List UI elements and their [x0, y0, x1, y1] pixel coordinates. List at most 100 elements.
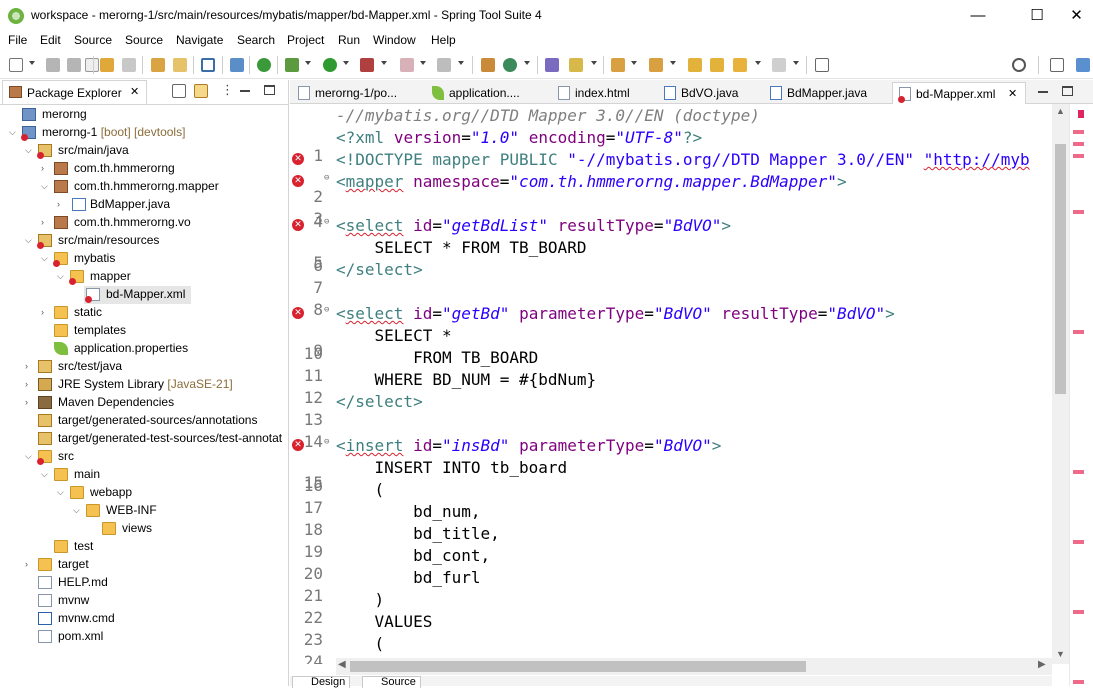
undo-icon[interactable] [100, 58, 114, 72]
error-annotation-marker[interactable] [1073, 330, 1084, 334]
external-dropdown-icon[interactable] [381, 61, 387, 65]
design-tab[interactable]: Design [292, 676, 351, 688]
expand-chevron-icon[interactable]: ⌵ [41, 180, 51, 192]
collapse-chevron-icon[interactable]: › [41, 216, 51, 228]
minimize-editor-icon[interactable] [1038, 91, 1048, 93]
expand-chevron-icon[interactable]: ⌵ [25, 450, 35, 462]
save-icon[interactable] [46, 58, 60, 72]
expand-chevron-icon[interactable]: ⌵ [41, 468, 51, 480]
java-perspective-icon[interactable] [1076, 58, 1090, 72]
menu-project[interactable]: Project [287, 33, 324, 47]
close-button[interactable]: ✕ [1060, 0, 1093, 31]
search-dropdown-icon[interactable] [591, 61, 597, 65]
expand-chevron-icon[interactable]: ⌵ [73, 504, 83, 516]
pin-icon[interactable] [710, 58, 724, 72]
previous-annotation-dropdown-icon[interactable] [670, 61, 676, 65]
new-icon[interactable] [9, 58, 23, 72]
tree-item-selected[interactable]: bd-Mapper.xml [84, 286, 191, 304]
error-annotation-marker[interactable] [1073, 470, 1084, 474]
editor-tab-bdmapper[interactable]: BdMapper.java [770, 82, 880, 104]
tree-item[interactable]: › Maven Dependencies [0, 394, 289, 412]
console-icon[interactable] [201, 58, 215, 72]
debug-icon[interactable] [285, 58, 299, 72]
tree-item[interactable]: › BdMapper.java [0, 196, 289, 214]
run-dropdown-icon[interactable] [343, 61, 349, 65]
error-annotation-marker[interactable] [1073, 210, 1084, 214]
open-perspective-icon[interactable] [1050, 58, 1064, 72]
collapse-all-icon[interactable] [172, 84, 186, 98]
close-tab-icon[interactable]: ✕ [1008, 87, 1017, 100]
save-all-icon[interactable] [67, 58, 81, 72]
link-with-editor-icon[interactable] [194, 84, 208, 98]
tree-item[interactable]: › static [0, 304, 289, 322]
close-view-icon[interactable]: ✕ [130, 85, 139, 98]
tree-item[interactable]: application.properties [0, 340, 289, 358]
forward-dropdown-icon[interactable] [793, 61, 799, 65]
collapse-chevron-icon[interactable]: › [25, 558, 35, 570]
show-view-icon[interactable] [815, 58, 829, 72]
tree-item[interactable]: › src/test/java [0, 358, 289, 376]
editor-tab-application-properties[interactable]: application.... [432, 82, 552, 104]
tree-item[interactable]: views [0, 520, 289, 538]
error-annotation-marker[interactable] [1073, 154, 1084, 158]
error-annotation-marker[interactable] [1073, 540, 1084, 544]
collapse-chevron-icon[interactable]: › [57, 198, 67, 210]
open-type-icon[interactable] [151, 58, 165, 72]
maximize-editor-icon[interactable] [1062, 86, 1073, 96]
tree-item[interactable]: › JRE System Library [JavaSE-21] [0, 376, 289, 394]
minimize-button[interactable]: — [955, 0, 1001, 31]
toggle-mark-icon[interactable] [230, 58, 244, 72]
menu-source[interactable]: Source [74, 33, 112, 47]
expand-chevron-icon[interactable]: ⌵ [9, 126, 19, 138]
search-icon[interactable] [1012, 58, 1026, 72]
error-marker-icon[interactable]: ✕ [292, 439, 304, 451]
tree-item[interactable]: HELP.md [0, 574, 289, 592]
menu-refactor-source[interactable]: Source [125, 33, 163, 47]
package-explorer-tab[interactable]: Package Explorer ✕ [2, 80, 147, 104]
next-annotation-dropdown-icon[interactable] [631, 61, 637, 65]
tree-item[interactable]: pom.xml [0, 628, 289, 646]
new-java-package-icon[interactable] [481, 58, 495, 72]
forward-icon[interactable] [772, 58, 786, 72]
vertical-scrollbar[interactable]: ▲ ▼ [1052, 104, 1069, 664]
new-class-icon[interactable] [503, 58, 517, 72]
tree-item[interactable]: ⌵ src [0, 448, 289, 466]
expand-chevron-icon[interactable]: ⌵ [57, 486, 67, 498]
tree-item[interactable]: target/generated-test-sources/test-annot… [0, 430, 289, 448]
previous-annotation-icon[interactable] [649, 58, 663, 72]
scroll-down-icon[interactable]: ▼ [1056, 649, 1065, 659]
print-icon[interactable] [85, 58, 99, 72]
maximize-button[interactable]: ☐ [1014, 0, 1060, 31]
new-dropdown-icon[interactable] [29, 61, 35, 65]
tree-item[interactable]: mvnw.cmd [0, 610, 289, 628]
tree-item[interactable]: › com.th.hmmerorng.vo [0, 214, 289, 232]
deploy-icon[interactable] [437, 58, 451, 72]
tree-item[interactable]: ⌵ webapp [0, 484, 289, 502]
tree-item[interactable]: › com.th.hmmerorng [0, 160, 289, 178]
error-marker-icon[interactable]: ✕ [292, 175, 304, 187]
fold-icon[interactable]: ⊖ [324, 437, 329, 447]
stop-icon[interactable] [400, 58, 414, 72]
tree-item[interactable]: ⌵ mybatis [0, 250, 289, 268]
editor-tab-pom[interactable]: merorng-1/po... [298, 82, 416, 104]
tree-item[interactable]: merorng [0, 106, 289, 124]
tree-item[interactable]: ⌵ src/main/java [0, 142, 289, 160]
menu-navigate[interactable]: Navigate [176, 33, 223, 47]
tree-item[interactable]: ⌵ WEB-INF [0, 502, 289, 520]
redo-icon[interactable] [122, 58, 136, 72]
error-annotation-marker[interactable] [1073, 610, 1084, 614]
menu-edit[interactable]: Edit [40, 33, 61, 47]
error-annotation-marker[interactable] [1073, 130, 1084, 134]
collapse-chevron-icon[interactable]: › [41, 162, 51, 174]
editor-tab-index-html[interactable]: index.html [558, 82, 658, 104]
tree-item[interactable]: › target [0, 556, 289, 574]
code-editor[interactable]: -//mybatis.org//DTD Mapper 3.0//EN (doct… [290, 104, 1052, 664]
menu-search[interactable]: Search [237, 33, 275, 47]
horizontal-scrollbar[interactable]: ◀ ▶ [336, 658, 1052, 675]
back-dropdown-icon[interactable] [755, 61, 761, 65]
tree-item[interactable]: mvnw [0, 592, 289, 610]
tree-item[interactable]: templates [0, 322, 289, 340]
view-menu-icon[interactable]: ⋮ [221, 82, 234, 98]
error-annotation-marker[interactable] [1073, 142, 1084, 146]
error-summary-icon[interactable] [1078, 110, 1084, 118]
